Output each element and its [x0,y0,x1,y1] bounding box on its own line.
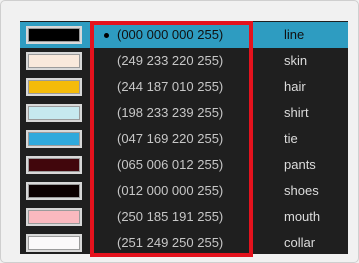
color-list: (000 000 000 255) line (249 233 220 255)… [20,21,348,254]
color-name: skin [284,53,308,68]
color-row-hair[interactable]: (244 187 010 255) hair [20,74,348,100]
color-row-pants[interactable]: (065 006 012 255) pants [20,152,348,178]
swatch-frame [26,104,82,122]
color-swatch[interactable] [28,106,80,120]
rgba-value: (047 169 220 255) [117,131,224,146]
color-row-skin[interactable]: (249 233 220 255) skin [20,48,348,74]
rgba-value: (244 187 010 255) [117,79,224,94]
rgba-value: (065 006 012 255) [117,157,224,172]
color-name: line [284,27,305,42]
rgba-value: (000 000 000 255) [117,27,224,42]
rgba-value: (249 233 220 255) [117,53,224,68]
color-swatch[interactable] [28,184,80,198]
color-row-shoes[interactable]: (012 000 000 255) shoes [20,178,348,204]
color-swatch[interactable] [28,236,80,250]
color-name: tie [284,131,298,146]
color-swatch[interactable] [28,28,80,42]
color-swatch[interactable] [28,210,80,224]
color-name: mouth [284,209,321,224]
selected-bullet-icon [104,33,109,38]
swatch-frame [26,156,82,174]
color-name: collar [284,235,316,250]
swatch-frame [26,52,82,70]
palette-window: (000 000 000 255) line (249 233 220 255)… [0,0,359,263]
swatch-frame [26,78,82,96]
color-name: shoes [284,183,319,198]
color-swatch[interactable] [28,132,80,146]
color-name: shirt [284,105,309,120]
rgba-value: (012 000 000 255) [117,183,224,198]
rgba-value: (251 249 250 255) [117,235,224,250]
rgba-value: (198 233 239 255) [117,105,224,120]
swatch-frame [26,234,82,252]
swatch-frame [26,182,82,200]
color-swatch[interactable] [28,80,80,94]
swatch-frame [26,26,82,44]
color-row-line[interactable]: (000 000 000 255) line [20,22,348,48]
color-row-tie[interactable]: (047 169 220 255) tie [20,126,348,152]
color-row-shirt[interactable]: (198 233 239 255) shirt [20,100,348,126]
color-name: hair [284,79,306,94]
color-name: pants [284,157,316,172]
swatch-frame [26,130,82,148]
color-row-mouth[interactable]: (250 185 191 255) mouth [20,204,348,230]
rgba-value: (250 185 191 255) [117,209,224,224]
color-swatch[interactable] [28,158,80,172]
swatch-frame [26,208,82,226]
color-swatch[interactable] [28,54,80,68]
color-row-collar[interactable]: (251 249 250 255) collar [20,230,348,254]
